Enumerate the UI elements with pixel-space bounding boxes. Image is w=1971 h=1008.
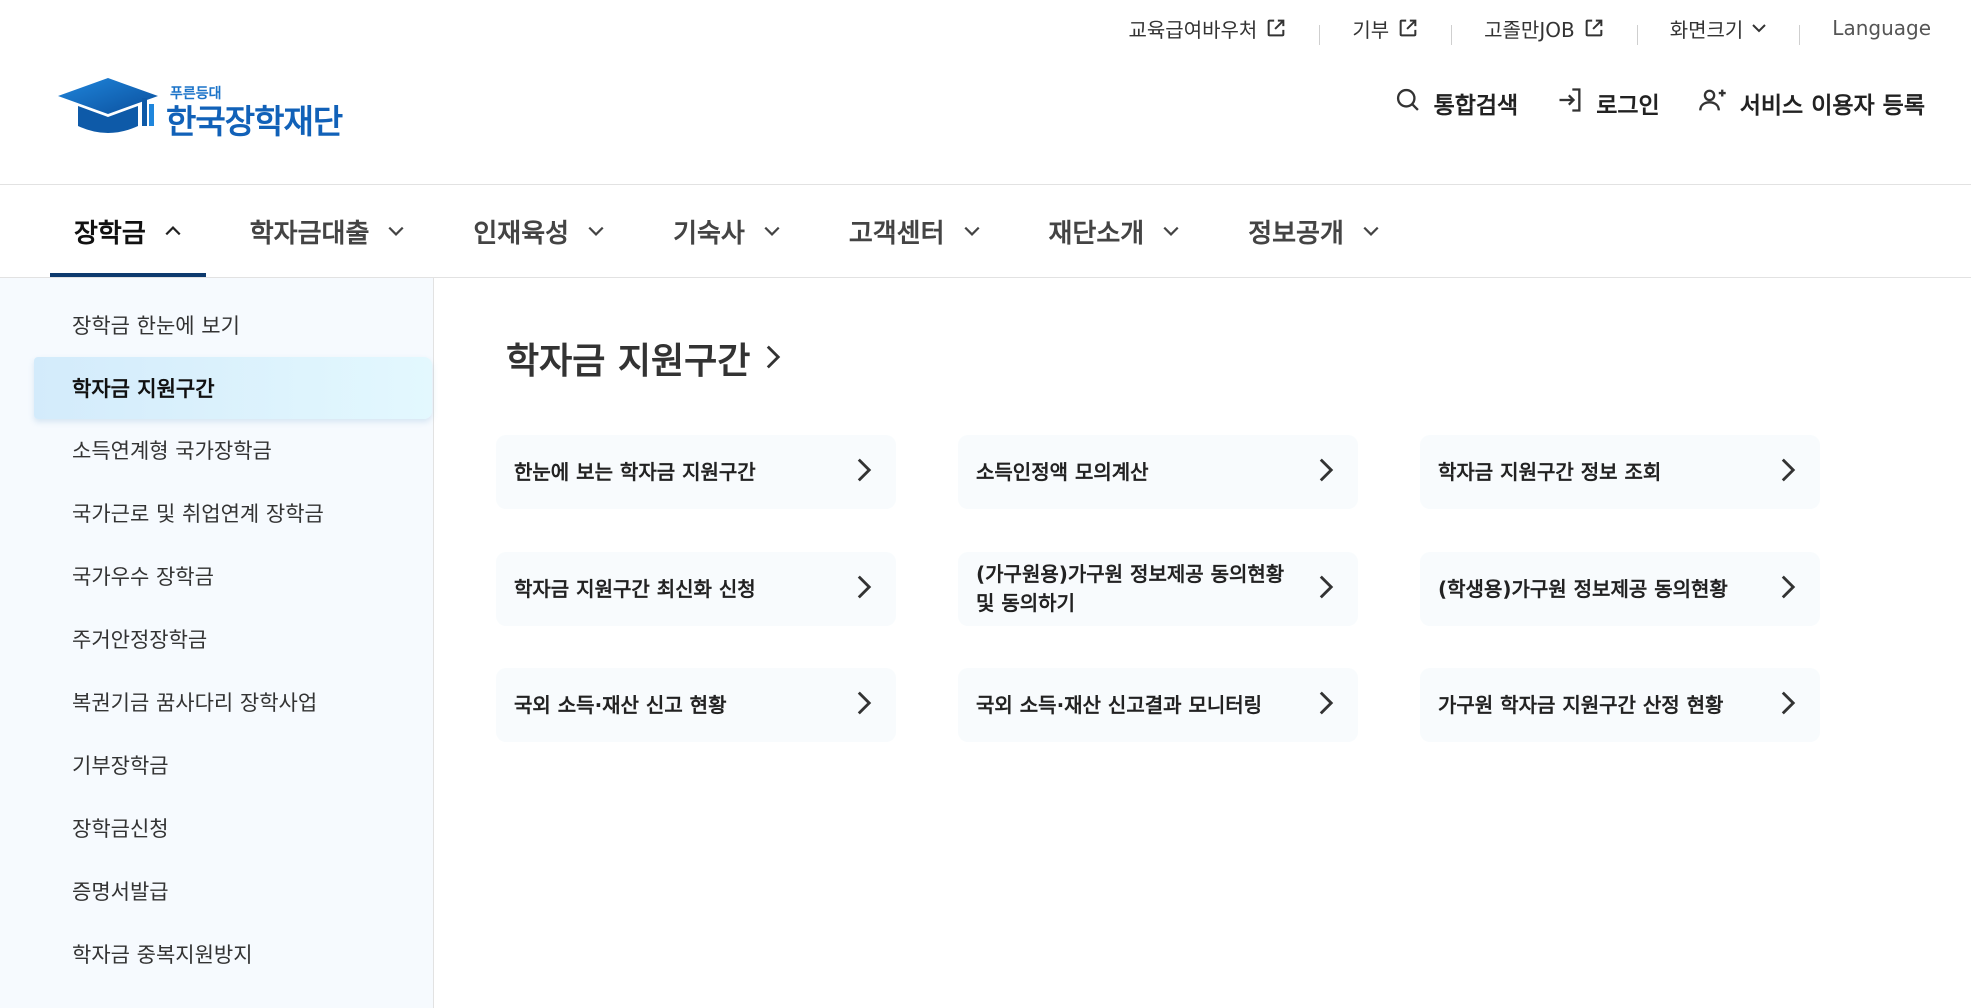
chevron-down-icon xyxy=(1162,217,1180,247)
gnb-item-label: 정보공개 xyxy=(1248,219,1344,249)
gnb-item-disclosure[interactable]: 정보공개 xyxy=(1224,185,1404,278)
sidebar-item-duplicate-prevention[interactable]: 학자금 중복지원방지 xyxy=(34,923,432,985)
card-bracket-lookup[interactable]: 학자금 지원구간 정보 조회 xyxy=(1420,435,1820,509)
chevron-right-icon xyxy=(856,574,872,604)
sidebar-item-certificate[interactable]: 증명서발급 xyxy=(34,860,432,922)
gnb-item-label: 고객센터 xyxy=(848,219,945,249)
chevron-right-icon xyxy=(1780,690,1796,720)
register-label: 서비스 이용자 등록 xyxy=(1739,93,1925,119)
gnb-item-about[interactable]: 재단소개 xyxy=(1025,185,1205,278)
chevron-right-icon xyxy=(856,457,872,487)
card-label: 학자금 지원구간 정보 조회 xyxy=(1438,459,1662,484)
utility-divider xyxy=(1636,25,1638,45)
chevron-down-icon xyxy=(387,217,405,247)
card-overview[interactable]: 한눈에 보는 학자금 지원구간 xyxy=(496,435,896,509)
utility-link-label: 기부 xyxy=(1352,17,1390,42)
chevron-right-icon xyxy=(1780,574,1796,604)
card-bracket-update[interactable]: 학자금 지원구간 최신화 신청 xyxy=(496,552,896,626)
gnb-item-label: 학자금대출 xyxy=(249,219,370,249)
chevron-right-icon xyxy=(1318,574,1334,604)
gnb-item-student-loan[interactable]: 학자금대출 xyxy=(226,185,430,278)
logo-org-name: 한국장학재단 xyxy=(166,102,343,141)
gnb-item-label: 기숙사 xyxy=(673,219,745,249)
chevron-down-icon xyxy=(1751,20,1767,36)
card-overseas-report-status[interactable]: 국외 소득·재산 신고 현황 xyxy=(496,668,896,742)
logo-tagline: 푸른등대 xyxy=(170,86,222,102)
utility-link-label: Language xyxy=(1832,16,1931,40)
sidebar-item-support-bracket[interactable]: 학자금 지원구간 xyxy=(34,357,432,419)
sidebar-item-donation-scholarship[interactable]: 기부장학금 xyxy=(34,734,432,796)
sidebar-item-income-linked[interactable]: 소득연계형 국가장학금 xyxy=(34,419,432,481)
sidebar-item-dream-ladder[interactable]: 복권기금 꿈사다리 장학사업 xyxy=(34,671,432,733)
utility-link-label: 화면크기 xyxy=(1669,17,1744,42)
utility-divider xyxy=(1319,25,1321,45)
chevron-down-icon xyxy=(763,217,781,247)
gnb-item-label: 재단소개 xyxy=(1048,219,1145,249)
card-label: 국외 소득·재산 신고결과 모니터링 xyxy=(976,692,1263,717)
search-label: 통합검색 xyxy=(1433,93,1519,119)
gnb-item-talent[interactable]: 인재육성 xyxy=(449,185,629,278)
chevron-down-icon xyxy=(587,217,605,247)
gnb-item-dormitory[interactable]: 기숙사 xyxy=(649,185,805,278)
utility-link-voucher[interactable]: 교육급여바우처 xyxy=(1115,14,1302,43)
login-icon xyxy=(1556,86,1584,120)
integrated-search-button[interactable]: 통합검색 xyxy=(1394,86,1519,120)
sidebar-item-excellence[interactable]: 국가우수 장학금 xyxy=(34,545,432,607)
chevron-right-icon xyxy=(1318,457,1334,487)
utility-divider xyxy=(1799,25,1801,45)
gnb-item-scholarship[interactable]: 장학금 xyxy=(50,185,206,278)
page-title[interactable]: 학자금 지원구간 xyxy=(506,332,782,384)
card-label: 소득인정액 모의계산 xyxy=(976,459,1149,484)
language-button[interactable]: Language xyxy=(1818,16,1931,40)
card-label: 가구원 학자금 지원구간 산정 현황 xyxy=(1438,692,1724,717)
card-label: (학생용)가구원 정보제공 동의현황 xyxy=(1438,576,1728,601)
external-link-icon xyxy=(1583,17,1605,39)
search-icon xyxy=(1394,86,1422,120)
card-household-consent[interactable]: (가구원용)가구원 정보제공 동의현황 및 동의하기 xyxy=(958,552,1358,626)
sidebar: 장학금 한눈에 보기 학자금 지원구간 소득연계형 국가장학금 국가근로 및 취… xyxy=(0,278,434,1008)
card-income-calculation[interactable]: 소득인정액 모의계산 xyxy=(958,435,1358,509)
user-add-icon xyxy=(1698,86,1728,120)
card-label: 한눈에 보는 학자금 지원구간 xyxy=(514,459,756,484)
page-title-text: 학자금 지원구간 xyxy=(506,341,751,382)
card-label: 국외 소득·재산 신고 현황 xyxy=(514,692,727,717)
logo[interactable]: 푸른등대 한국장학재단 xyxy=(56,74,343,141)
utility-link-donation[interactable]: 기부 xyxy=(1338,14,1433,43)
chevron-down-icon xyxy=(1362,217,1380,247)
sidebar-item-housing[interactable]: 주거안정장학금 xyxy=(34,608,432,670)
main-navigation: 장학금 학자금대출 인재육성 기숙사 고객센터 재단소개 정보공개 xyxy=(50,185,1424,278)
graduation-cap-logo-icon xyxy=(58,78,158,133)
utility-link-job[interactable]: 고졸만JOB xyxy=(1470,14,1619,43)
header-actions: 통합검색 로그인 서비스 이용자 등록 xyxy=(1394,86,1925,120)
card-student-consent[interactable]: (학생용)가구원 정보제공 동의현황 xyxy=(1420,552,1820,626)
register-button[interactable]: 서비스 이용자 등록 xyxy=(1698,86,1925,120)
utility-divider xyxy=(1451,25,1453,45)
sidebar-item-work-study[interactable]: 국가근로 및 취업연계 장학금 xyxy=(34,482,432,544)
card-label: 학자금 지원구간 최신화 신청 xyxy=(514,576,756,601)
external-link-icon xyxy=(1397,17,1419,39)
utility-bar: 교육급여바우처 기부 고졸만JOB 화면크기 Language xyxy=(1115,8,1931,48)
card-household-bracket-status[interactable]: 가구원 학자금 지원구간 산정 현황 xyxy=(1420,668,1820,742)
utility-link-label: 고졸만JOB xyxy=(1484,17,1575,42)
chevron-right-icon xyxy=(1318,690,1334,720)
screen-size-dropdown[interactable]: 화면크기 xyxy=(1656,14,1782,43)
card-overseas-monitoring[interactable]: 국외 소득·재산 신고결과 모니터링 xyxy=(958,668,1358,742)
gnb-item-label: 장학금 xyxy=(74,219,146,249)
sidebar-item-apply[interactable]: 장학금신청 xyxy=(34,797,432,859)
external-link-icon xyxy=(1265,17,1287,39)
login-button[interactable]: 로그인 xyxy=(1556,86,1660,120)
gnb-item-customer-center[interactable]: 고객센터 xyxy=(825,185,1005,278)
sidebar-item-overview[interactable]: 장학금 한눈에 보기 xyxy=(34,294,432,356)
chevron-right-icon xyxy=(1780,457,1796,487)
chevron-right-icon xyxy=(764,338,782,379)
utility-link-label: 교육급여바우처 xyxy=(1128,17,1258,42)
chevron-down-icon xyxy=(963,217,981,247)
login-label: 로그인 xyxy=(1596,93,1660,119)
chevron-right-icon xyxy=(856,690,872,720)
gnb-item-label: 인재육성 xyxy=(473,219,570,249)
chevron-up-icon xyxy=(164,217,182,247)
card-label: (가구원용)가구원 정보제공 동의현황 및 동의하기 xyxy=(976,562,1285,615)
